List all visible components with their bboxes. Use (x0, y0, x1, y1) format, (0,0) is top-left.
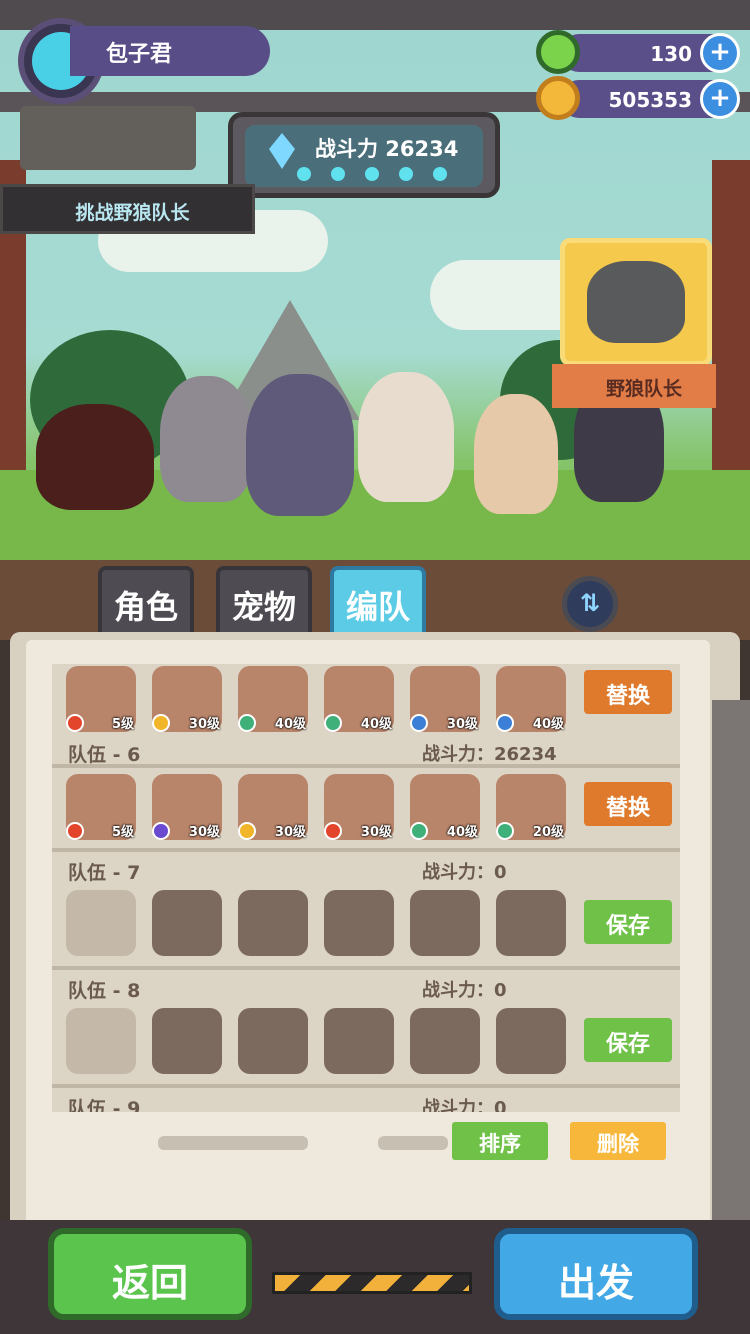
eagle-hood-character (358, 372, 454, 502)
boss-name: 野狼队长 (552, 364, 716, 408)
team-row: 队伍 - 6 战斗力：26234 5级 30级 30级 30级 40级 20级 … (52, 734, 680, 852)
light-element-icon (238, 822, 256, 840)
gray-hair-character (160, 376, 252, 502)
power-dot (399, 167, 413, 181)
back-button[interactable]: 返回 (48, 1228, 252, 1320)
power-dot (365, 167, 379, 181)
water-element-icon (496, 714, 514, 732)
empty-slot[interactable] (410, 890, 480, 956)
player-name: 包子君 (70, 26, 270, 76)
swap-order-button[interactable]: ⇅ (562, 576, 618, 632)
blurred-hint-text (378, 1136, 448, 1150)
hero-slot[interactable]: 5级 (66, 774, 136, 840)
hero-slot[interactable]: 30级 (152, 666, 222, 732)
hero-slot[interactable]: 5级 (66, 666, 136, 732)
replace-button[interactable]: 替换 (584, 670, 672, 714)
wind-element-icon (324, 714, 342, 732)
empty-slot[interactable] (496, 1008, 566, 1074)
team-power: 战斗力：0 (422, 980, 507, 1001)
tab-characters[interactable]: 角色 (98, 566, 194, 636)
fire-element-icon (324, 822, 342, 840)
team-list[interactable]: 5级 30级 40级 40级 30级 40级 替换 队伍 - 6 战斗力：262… (52, 664, 680, 1112)
wolf-portrait-icon (587, 261, 685, 343)
empty-slot[interactable] (496, 890, 566, 956)
team-row: 队伍 - 7 战斗力：0 保存 (52, 852, 680, 970)
team-label: 队伍 - 7 (68, 862, 141, 884)
power-value: 战斗力 26234 (315, 137, 459, 161)
wind-element-icon (496, 822, 514, 840)
team-row: 队伍 - 8 战斗力：0 保存 (52, 970, 680, 1088)
power-dot (433, 167, 447, 181)
team-label: 队伍 - 6 (68, 744, 141, 766)
hero-slot[interactable]: 20级 (496, 774, 566, 840)
start-button[interactable]: 出发 (494, 1228, 698, 1320)
hero-slot[interactable]: 30级 (410, 666, 480, 732)
team-power: 战斗力：0 (422, 1098, 507, 1112)
add-gem-button[interactable]: + (700, 33, 740, 73)
team-label: 队伍 - 8 (68, 980, 141, 1002)
hero-slot[interactable]: 40级 (238, 666, 308, 732)
team-power: 战斗力：26234 (422, 744, 557, 765)
empty-slot[interactable] (410, 1008, 480, 1074)
gem-donut-icon (536, 30, 580, 74)
sort-button[interactable]: 排序 (452, 1122, 548, 1160)
wind-element-icon (238, 714, 256, 732)
dark-knight-character (246, 374, 354, 516)
power-dot (297, 167, 311, 181)
empty-slot[interactable] (66, 890, 136, 956)
light-element-icon (152, 714, 170, 732)
hero-slot[interactable]: 40级 (410, 774, 480, 840)
book-edge (712, 700, 750, 1240)
crystal-icon (269, 133, 295, 169)
team-power: 战斗力：0 (422, 862, 507, 883)
blurred-hint-text (158, 1136, 308, 1150)
empty-slot[interactable] (238, 890, 308, 956)
tab-pets[interactable]: 宠物 (216, 566, 312, 636)
team-row: 队伍 - 9 战斗力：0 (52, 1088, 680, 1112)
power-dot (331, 167, 345, 181)
gold-coin-icon (536, 76, 580, 120)
replace-button[interactable]: 替换 (584, 782, 672, 826)
hazard-stripe (272, 1272, 472, 1294)
hero-slot[interactable]: 40级 (324, 666, 394, 732)
empty-slot[interactable] (152, 1008, 222, 1074)
save-button[interactable]: 保存 (584, 1018, 672, 1062)
hunter-character (474, 394, 558, 514)
team-label: 队伍 - 9 (68, 1098, 141, 1112)
power-panel: 战斗力 26234 (245, 125, 483, 187)
lava-monster-character (36, 404, 154, 510)
empty-slot[interactable] (324, 890, 394, 956)
save-button[interactable]: 保存 (584, 900, 672, 944)
hero-slot[interactable]: 30级 (238, 774, 308, 840)
delete-button[interactable]: 删除 (570, 1122, 666, 1160)
water-element-icon (410, 714, 428, 732)
hero-slot[interactable]: 30级 (324, 774, 394, 840)
dark-element-icon (152, 822, 170, 840)
boss-card[interactable] (560, 238, 712, 366)
empty-slot[interactable] (238, 1008, 308, 1074)
fire-element-icon (66, 714, 84, 732)
hero-slot[interactable]: 30级 (152, 774, 222, 840)
team-power-banner: 战斗力 26234 (228, 112, 500, 198)
hero-slot[interactable]: 40级 (496, 666, 566, 732)
empty-slot[interactable] (324, 1008, 394, 1074)
add-gold-button[interactable]: + (700, 79, 740, 119)
element-cycle-panel[interactable] (20, 106, 196, 170)
right-pillar (712, 160, 750, 500)
fire-element-icon (66, 822, 84, 840)
empty-slot[interactable] (152, 890, 222, 956)
wind-element-icon (410, 822, 428, 840)
mission-title: 挑战野狼队长 (0, 184, 255, 234)
empty-slot[interactable] (66, 1008, 136, 1074)
